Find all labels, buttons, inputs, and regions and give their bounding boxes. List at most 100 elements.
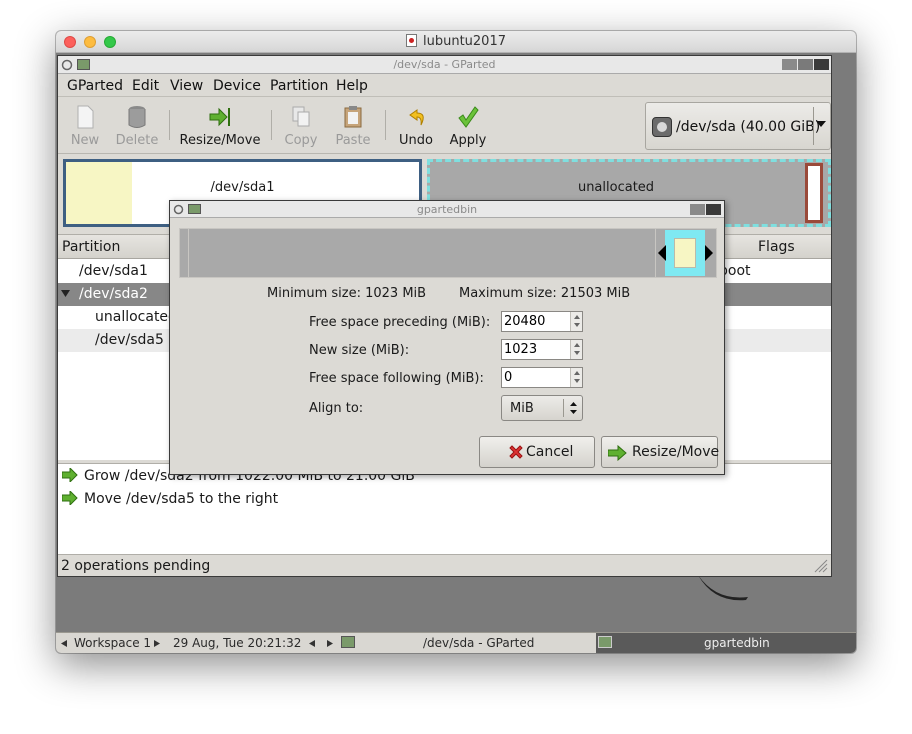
gparted-app-icon [598,636,612,648]
taskbar: Workspace 1 29 Aug, Tue 20:21:32 /dev/sd… [56,632,856,653]
resize-right-handle[interactable] [705,245,713,261]
updown-chevron-icon [570,402,577,414]
new-button[interactable]: New [64,102,106,150]
close-button[interactable] [706,204,721,215]
spin-down-icon[interactable] [574,323,580,327]
gparted-app-icon[interactable] [341,636,355,648]
operation-item[interactable]: Move /dev/sda5 to the right [62,491,278,507]
task-gpartedbin[interactable]: gpartedbin [596,633,856,653]
free-following-label: Free space following (MiB): [309,371,484,386]
operations-pane: Grow /dev/sda2 from 1022.00 MiB to 21.00… [58,463,831,554]
status-text: 2 operations pending [61,558,211,574]
clock[interactable]: 29 Aug, Tue 20:21:32 [173,636,301,650]
partition-name: /dev/sda1 [79,263,148,279]
resize-move-button[interactable]: Resize/Move [176,102,264,150]
paste-label: Paste [335,133,371,148]
spin-down-icon[interactable] [574,351,580,355]
apply-button[interactable]: Apply [444,102,492,150]
resize-grip-icon[interactable] [814,559,828,573]
resize-move-label: Resize/Move [179,133,261,148]
copy-button[interactable]: Copy [278,102,324,150]
column-partition[interactable]: Partition [62,239,120,255]
workspace-label[interactable]: Workspace 1 [74,636,151,650]
document-icon [405,34,417,47]
resize-move-confirm-label: Resize/Move [632,444,720,460]
task-gparted[interactable]: /dev/sda - GParted [411,633,591,653]
spin-down-icon[interactable] [574,379,580,383]
resizer-partition-box[interactable] [665,230,705,276]
free-following-spinner[interactable] [501,367,583,388]
resize-left-handle[interactable] [658,245,666,261]
checkmark-icon [458,106,479,128]
arrow-right-icon[interactable] [154,640,160,647]
close-button[interactable] [814,59,829,70]
paste-button[interactable]: Paste [330,102,376,150]
cancel-icon [509,445,523,459]
minimum-size-label: Minimum size: 1023 MiB [267,286,427,301]
new-label: New [70,133,100,148]
free-preceding-spinner[interactable] [501,311,583,332]
align-to-label: Align to: [309,401,364,416]
graph-sda1-label: /dev/sda1 [210,180,275,195]
cancel-button[interactable]: Cancel [479,436,595,468]
resize-move-confirm-button[interactable]: Resize/Move [601,436,720,468]
partition-resizer[interactable] [179,228,717,278]
expander-icon[interactable] [61,290,70,298]
copy-icon [292,106,310,127]
harddisk-icon [652,117,672,137]
new-document-icon [77,105,94,129]
gparted-window-title: /dev/sda - GParted [393,58,496,71]
dialog-titlebar: gpartedbin [170,201,724,218]
undo-icon [409,109,424,126]
column-flags[interactable]: Flags [758,239,795,255]
gparted-window: /dev/sda - GParted GParted Edit View Dev… [57,55,832,577]
menu-edit[interactable]: Edit [132,78,159,94]
chevron-down-icon [816,121,826,127]
partition-name: /dev/sda2 [79,286,148,302]
maximize-button[interactable] [798,59,813,70]
align-to-value: MiB [510,401,534,416]
free-preceding-input[interactable] [504,313,568,330]
menu-view[interactable]: View [170,78,203,94]
resizer-edge [188,229,189,277]
align-to-select[interactable]: MiB [501,395,583,421]
arrow-left-icon[interactable] [61,640,67,647]
menu-device[interactable]: Device [213,78,261,94]
toolbar-separator [169,110,170,140]
spin-up-icon[interactable] [574,343,580,347]
spinner-buttons[interactable] [570,312,582,331]
arrow-right-icon[interactable] [327,640,333,647]
spinner-buttons[interactable] [570,340,582,359]
trash-icon [128,106,146,128]
device-selector-label: /dev/sda (40.00 GiB) [676,119,821,135]
resize-move-icon [209,107,230,127]
device-selector-separator [813,107,814,145]
device-selector[interactable]: /dev/sda (40.00 GiB) [645,102,831,150]
graph-unallocated-label: unallocated [577,180,655,195]
toolbar-separator [385,110,386,140]
graph-partition-sda5[interactable] [805,163,823,223]
new-size-input[interactable] [504,341,568,358]
maximize-button[interactable] [690,204,705,215]
paste-icon [344,106,362,128]
new-size-label: New size (MiB): [309,343,410,358]
menubar: GParted Edit View Device Partition Help [58,75,831,97]
used-space-bar [674,238,696,268]
spinner-buttons[interactable] [570,368,582,387]
menu-help[interactable]: Help [336,78,368,94]
resize-move-icon [608,445,627,461]
free-preceding-label: Free space preceding (MiB): [309,315,491,330]
mac-window: lubuntu2017 /dev/sda - GParted GParted E… [56,31,856,653]
delete-button[interactable]: Delete [112,102,162,150]
undo-button[interactable]: Undo [394,102,438,150]
partition-name: unallocated [95,309,177,325]
spin-up-icon[interactable] [574,371,580,375]
free-following-input[interactable] [504,369,568,386]
menu-partition[interactable]: Partition [270,78,328,94]
new-size-spinner[interactable] [501,339,583,360]
arrow-left-icon[interactable] [309,640,315,647]
resize-move-dialog: gpartedbin Minimum size: 1023 MiB Maximu… [169,200,725,475]
minimize-button[interactable] [782,59,797,70]
menu-gparted[interactable]: GParted [67,78,123,94]
spin-up-icon[interactable] [574,315,580,319]
